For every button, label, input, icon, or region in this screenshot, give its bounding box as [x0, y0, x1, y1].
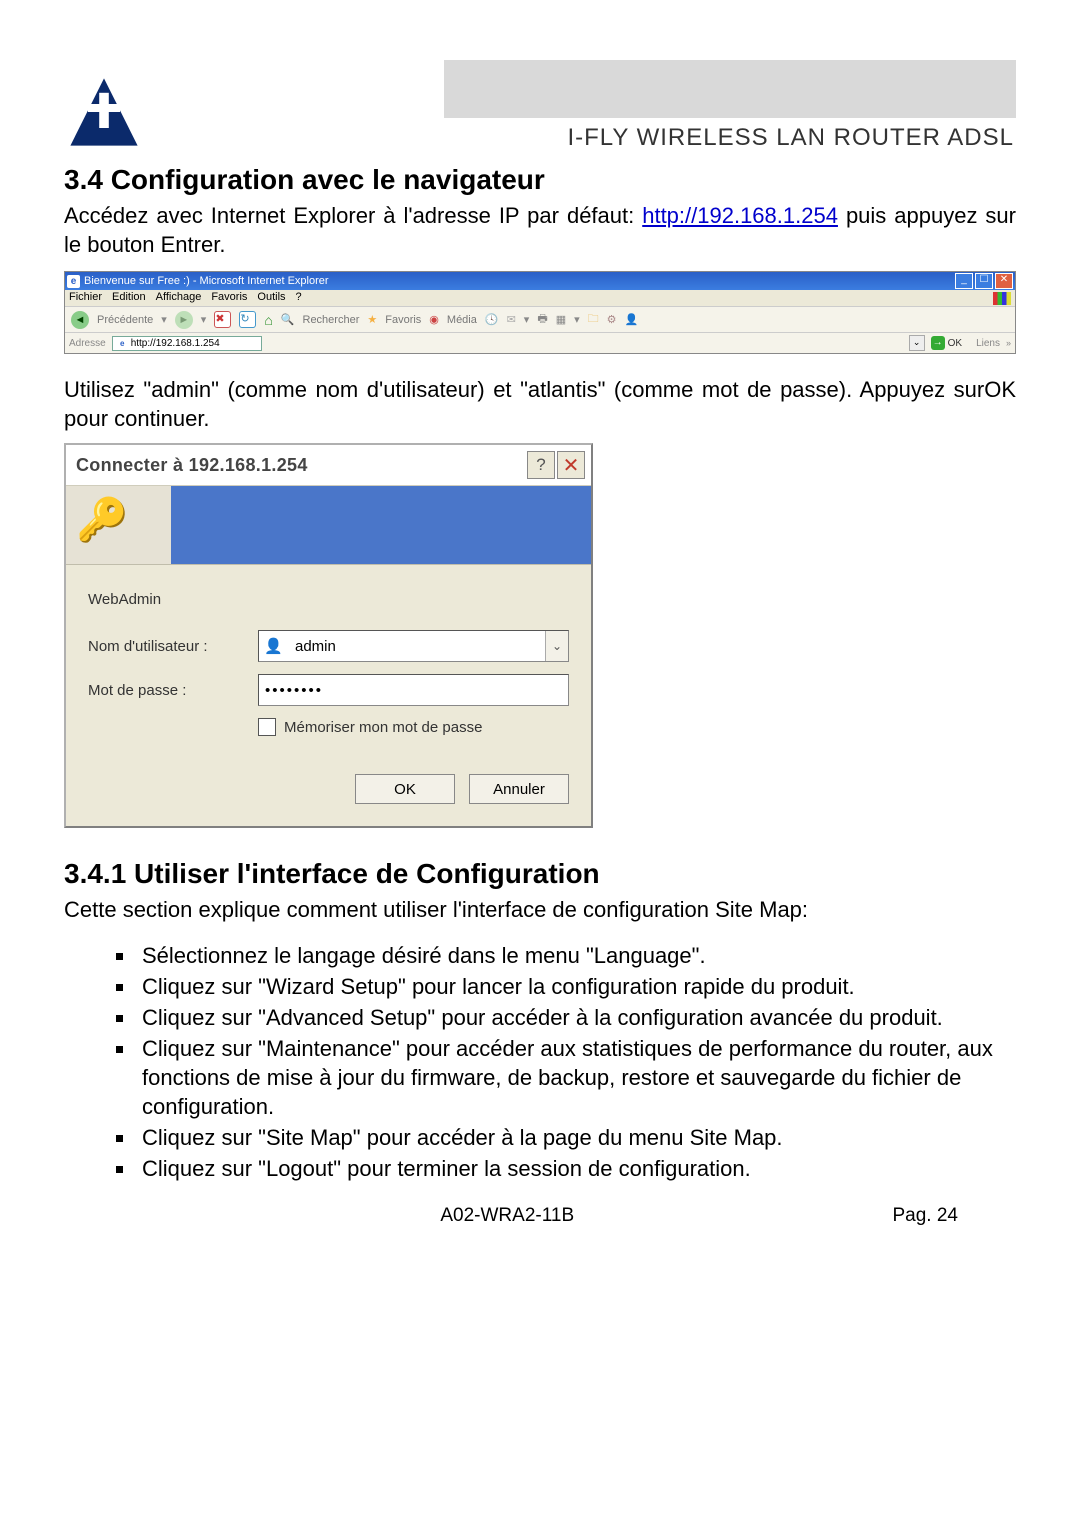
search-label[interactable]: Rechercher [303, 314, 360, 326]
dialog-titlebar: Connecter à 192.168.1.254 ? ✕ [66, 445, 591, 486]
page-footer: A02-WRA2-11B Pag. 24 [64, 1205, 1016, 1227]
print-icon[interactable]: 🖶 [537, 310, 547, 329]
dialog-title: Connecter à 192.168.1.254 [76, 455, 308, 476]
login-dialog: Connecter à 192.168.1.254 ? ✕ 🔑 WebAdmin… [64, 443, 593, 828]
router-ip-link[interactable]: http://192.168.1.254 [642, 203, 838, 228]
maximize-icon[interactable]: ☐ [975, 273, 993, 289]
menu-favoris[interactable]: Favoris [211, 291, 247, 305]
ie-window-title: Bienvenue sur Free :) - Microsoft Intern… [84, 275, 329, 287]
menu-help[interactable]: ? [296, 291, 302, 305]
tool-icon[interactable]: ⚙ [607, 313, 617, 326]
list-item: Cliquez sur "Advanced Setup" pour accéde… [136, 1003, 1016, 1032]
username-dropdown-icon[interactable]: ⌄ [545, 631, 568, 661]
password-input[interactable] [259, 678, 568, 703]
remember-label: Mémoriser mon mot de passe [284, 719, 482, 736]
menu-outils[interactable]: Outils [257, 291, 285, 305]
cancel-button[interactable]: Annuler [469, 774, 569, 804]
ok-button[interactable]: OK [355, 774, 455, 804]
model-number: A02-WRA2-11B [440, 1205, 574, 1227]
list-item: Cliquez sur "Wizard Setup" pour lancer l… [136, 972, 1016, 1001]
msn-icon[interactable]: 👤 [625, 313, 639, 326]
product-title: I-FLY WIRELESS LAN ROUTER ADSL [444, 118, 1016, 152]
favorites-icon[interactable]: ★ [367, 313, 377, 326]
address-dropdown-icon[interactable]: ⌄ [909, 335, 925, 351]
windows-flag-icon [993, 292, 1011, 305]
stop-icon[interactable]: ✖ [214, 311, 231, 328]
credentials-paragraph: Utilisez "admin" (comme nom d'utilisateu… [64, 376, 1016, 433]
help-icon[interactable]: ? [527, 451, 555, 479]
password-field[interactable] [258, 674, 569, 706]
username-label: Nom d'utilisateur : [88, 638, 258, 655]
refresh-icon[interactable]: ↻ [239, 311, 256, 328]
list-item: Cliquez sur "Maintenance" pour accéder a… [136, 1034, 1016, 1121]
section-heading: 3.4 Configuration avec le navigateur [64, 164, 1016, 196]
home-icon[interactable]: ⌂ [264, 312, 272, 328]
realm-label: WebAdmin [88, 591, 569, 608]
list-item: Sélectionnez le langage désiré dans le m… [136, 941, 1016, 970]
dialog-banner: 🔑 [66, 486, 591, 565]
ie-menubar: Fichier Edition Affichage Favoris Outils… [65, 290, 1015, 306]
header-gray-band [444, 60, 1016, 118]
intro-paragraph: Accédez avec Internet Explorer à l'adres… [64, 202, 1016, 259]
subsection-heading: 3.4.1 Utiliser l'interface de Configurat… [64, 858, 1016, 890]
links-label[interactable]: Liens [976, 338, 1000, 349]
address-value: http://192.168.1.254 [131, 338, 220, 349]
go-label: OK [948, 338, 962, 349]
user-icon: 👤 [264, 637, 284, 655]
back-label: Précédente [97, 314, 153, 326]
close-icon[interactable]: ✕ [995, 273, 1013, 289]
page-header: I-FLY WIRELESS LAN ROUTER ADSL [64, 60, 1016, 152]
ie-toolbar: ◄ Précédente ▾ ► ▾ ✖ ↻ ⌂ 🔍Rechercher ★Fa… [65, 306, 1015, 333]
mail-icon[interactable]: ✉ [507, 313, 516, 326]
go-button-icon[interactable]: → [931, 336, 945, 350]
list-item: Cliquez sur "Site Map" pour accéder à la… [136, 1123, 1016, 1152]
brand-logo-icon [64, 72, 144, 152]
address-label: Adresse [69, 338, 106, 349]
username-input[interactable] [289, 634, 545, 659]
keys-icon: 🔑 [76, 496, 128, 545]
ie-titlebar: e Bienvenue sur Free :) - Microsoft Inte… [65, 272, 1015, 290]
intro-pre: Accédez avec Internet Explorer à l'adres… [64, 203, 642, 228]
ie-address-bar: Adresse e http://192.168.1.254 ⌄ → OK Li… [65, 333, 1015, 353]
dialog-close-icon[interactable]: ✕ [557, 451, 585, 479]
edit-icon[interactable]: ▦ [556, 313, 566, 326]
ie-screenshot: e Bienvenue sur Free :) - Microsoft Inte… [64, 271, 1016, 354]
forward-icon[interactable]: ► [175, 311, 193, 329]
history-icon[interactable]: 🕓 [485, 313, 499, 326]
subsection-intro: Cette section explique comment utiliser … [64, 896, 1016, 925]
address-input[interactable]: e http://192.168.1.254 [112, 336, 262, 351]
media-label[interactable]: Média [447, 314, 477, 326]
bullet-list: Sélectionnez le langage désiré dans le m… [64, 941, 1016, 1183]
back-icon[interactable]: ◄ [71, 311, 89, 329]
ie-logo-icon: e [67, 275, 80, 288]
folder-icon[interactable]: 🗀 [588, 310, 599, 329]
menu-edition[interactable]: Edition [112, 291, 146, 305]
username-field[interactable]: 👤 ⌄ [258, 630, 569, 662]
page-number: Pag. 24 [892, 1205, 958, 1227]
list-item: Cliquez sur "Logout" pour terminer la se… [136, 1154, 1016, 1183]
menu-affichage[interactable]: Affichage [156, 291, 202, 305]
remember-checkbox[interactable] [258, 718, 276, 736]
menu-fichier[interactable]: Fichier [69, 291, 102, 305]
minimize-icon[interactable]: _ [955, 273, 973, 289]
password-label: Mot de passe : [88, 682, 258, 699]
